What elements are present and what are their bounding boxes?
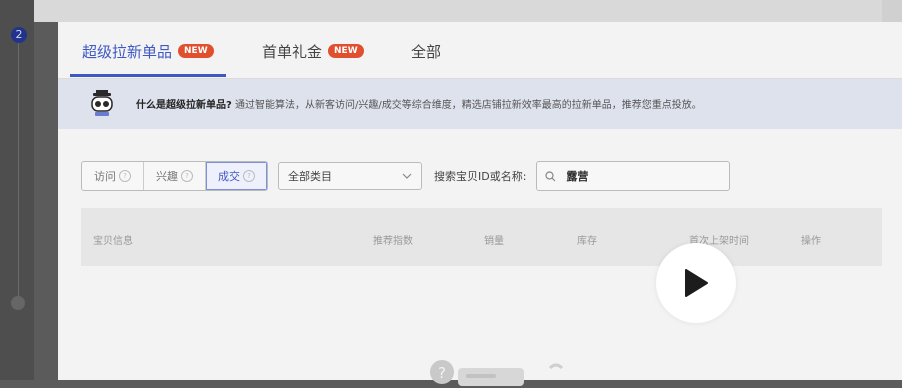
help-icon[interactable]: ? <box>119 170 131 182</box>
column-header: 宝贝信息 <box>93 236 133 247</box>
segment-deal[interactable]: 成交 ? <box>206 162 267 190</box>
segment-label: 兴趣 <box>156 170 178 183</box>
metric-segmented-control: 访问 ? 兴趣 ? 成交 ? <box>81 161 268 191</box>
chevron-down-icon <box>402 173 412 179</box>
search-field[interactable] <box>536 161 731 191</box>
column-header: 销量 <box>484 236 504 247</box>
step-indicator-inactive <box>11 296 25 310</box>
help-icon[interactable]: ? <box>243 170 255 182</box>
segment-label: 成交 <box>218 170 240 183</box>
search-input[interactable] <box>564 168 719 184</box>
segment-interest[interactable]: 兴趣 ? <box>144 162 206 190</box>
search-icon <box>545 170 556 181</box>
banner-text: 什么是超级拉新单品? 通过智能算法，从新客访问/兴趣/成交等综合维度，精选店铺拉… <box>136 96 702 111</box>
svg-text:?: ? <box>438 364 446 382</box>
stepper-line <box>18 36 19 306</box>
filter-bar: 访问 ? 兴趣 ? 成交 ? 全部类目 搜索宝贝ID或名称: <box>81 161 731 191</box>
step-indicator: 2 <box>11 27 27 43</box>
column-header: 库存 <box>577 236 597 247</box>
tab-bar: 超级拉新单品 NEW 首单礼金 NEW 全部 <box>58 22 902 79</box>
banner-question: 什么是超级拉新单品? <box>136 100 232 111</box>
category-select[interactable]: 全部类目 <box>278 162 422 190</box>
tab-label: 全部 <box>411 42 442 61</box>
help-icon[interactable]: ? <box>181 170 193 182</box>
category-value: 全部类目 <box>288 170 332 183</box>
tab-all[interactable]: 全部 <box>411 40 441 62</box>
background-header <box>34 0 902 22</box>
empty-state-illustration: ? <box>430 360 564 386</box>
play-icon <box>685 269 708 297</box>
segment-label: 访问 <box>94 170 116 183</box>
tab-first-order-gift[interactable]: 首单礼金 NEW <box>262 40 364 62</box>
banner-description: 通过智能算法，从新客访问/兴趣/成交等综合维度，精选店铺拉新效率最高的拉新单品，… <box>235 100 702 111</box>
column-header: 操作 <box>801 236 821 247</box>
new-badge: NEW <box>328 44 364 58</box>
table-header: 宝贝信息 推荐指数 销量 库存 首次上架时间 操作 <box>81 208 882 266</box>
search-label: 搜索宝贝ID或名称: <box>434 170 527 183</box>
segment-visit[interactable]: 访问 ? <box>82 162 144 190</box>
info-banner: 什么是超级拉新单品? 通过智能算法，从新客访问/兴趣/成交等综合维度，精选店铺拉… <box>58 79 902 129</box>
tab-super-new-product[interactable]: 超级拉新单品 NEW <box>82 40 214 62</box>
tab-label: 超级拉新单品 <box>82 42 173 61</box>
column-header: 推荐指数 <box>373 236 413 247</box>
product-select-modal: 超级拉新单品 NEW 首单礼金 NEW 全部 什么是超级拉新单品? 通过智能算法… <box>58 22 902 386</box>
active-tab-indicator <box>70 74 226 77</box>
background-sidebar: 2 <box>0 0 34 380</box>
tab-label: 首单礼金 <box>262 42 323 61</box>
robot-icon <box>91 90 113 116</box>
play-button[interactable] <box>656 243 736 323</box>
new-badge: NEW <box>178 44 214 58</box>
